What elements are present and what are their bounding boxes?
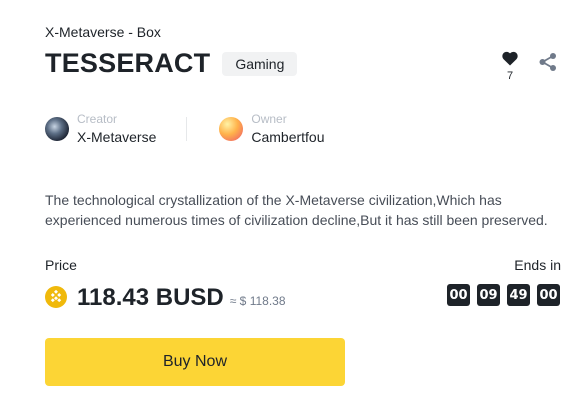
collection-name[interactable]: X-Metaverse - Box	[45, 24, 161, 40]
owner-avatar[interactable]	[219, 117, 244, 141]
buy-now-button[interactable]: Buy Now	[45, 338, 345, 386]
description: The technological crystallization of the…	[45, 192, 548, 228]
busd-coin-icon	[45, 286, 67, 308]
owner-info[interactable]: Owner Cambertfou	[219, 112, 325, 146]
heart-icon	[502, 51, 518, 66]
countdown-hours: 09	[477, 284, 500, 306]
creator-name[interactable]: X-Metaverse	[77, 128, 156, 146]
category-tag[interactable]: Gaming	[222, 51, 298, 76]
price-amount: 118.43 BUSD	[77, 284, 224, 311]
countdown-days: 00	[447, 284, 470, 306]
owner-label: Owner	[251, 112, 287, 126]
owner-name[interactable]: Cambertfou	[251, 128, 324, 146]
share-button[interactable]	[538, 52, 558, 77]
price-row: 118.43 BUSD ≈ $ 118.38	[45, 283, 286, 312]
like-button[interactable]: 7	[499, 51, 521, 82]
countdown-minutes: 49	[507, 284, 530, 306]
price-label: Price	[45, 257, 77, 273]
creator-avatar[interactable]	[45, 117, 69, 141]
share-icon	[539, 53, 556, 71]
like-count: 7	[506, 70, 514, 82]
people-row: Creator X-Metaverse Owner Cambertfou	[45, 112, 325, 146]
title-row: TESSERACT Gaming	[45, 48, 298, 79]
people-divider	[186, 117, 188, 141]
countdown-seconds: 00	[537, 284, 560, 306]
price-approx-usd: ≈ $ 118.38	[229, 294, 286, 308]
creator-label: Creator	[77, 112, 118, 126]
ends-in-label: Ends in	[514, 257, 561, 273]
countdown-timer: 00 09 49 00	[447, 284, 560, 306]
nft-title: TESSERACT	[45, 48, 211, 78]
creator-info[interactable]: Creator X-Metaverse	[45, 112, 156, 146]
